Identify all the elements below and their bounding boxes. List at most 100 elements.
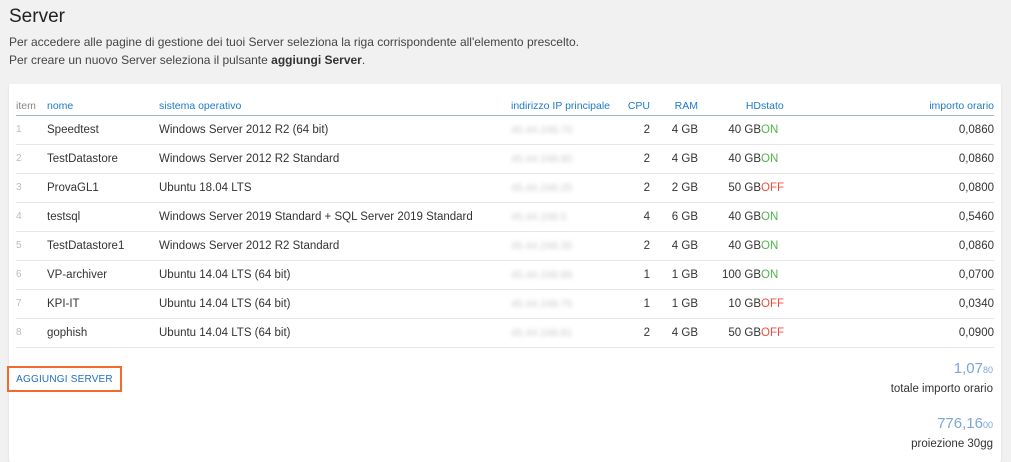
- row-cpu: 1: [621, 260, 650, 290]
- instruction-bold: aggiungi Server: [271, 53, 362, 67]
- total-hourly-value: 1,0780: [954, 360, 993, 377]
- row-cpu: 1: [621, 289, 650, 319]
- row-item: 2: [16, 144, 47, 174]
- row-os: Windows Server 2012 R2 (64 bit): [159, 115, 511, 145]
- table-row[interactable]: 3 ProvaGL1 Ubuntu 18.04 LTS 45.44.248.25 2 2 …: [16, 173, 994, 203]
- table-row[interactable]: 1 Speedtest Windows Server 2012 R2 (64 bit…: [16, 115, 994, 145]
- projection-main: 776,16: [937, 415, 983, 432]
- row-hourly-cost: 0,0860: [801, 115, 994, 145]
- row-status: OFF: [761, 318, 801, 348]
- row-ram: 4 GB: [650, 144, 698, 174]
- server-card: item nome sistema operativo indirizzo IP pr…: [7, 84, 1001, 462]
- row-status: ON: [761, 202, 801, 232]
- row-name: testsql: [47, 202, 159, 232]
- row-status: OFF: [761, 173, 801, 203]
- row-cpu: 2: [621, 173, 650, 203]
- row-hd: 40 GB: [698, 231, 761, 261]
- header-importo: importo orario: [801, 98, 994, 116]
- row-os: Ubuntu 14.04 LTS (64 bit): [159, 260, 511, 290]
- row-ip: 45.44.248.88: [511, 260, 621, 290]
- page-title: Server: [9, 6, 65, 27]
- table-row[interactable]: 7 KPI-IT Ubuntu 14.04 LTS (64 bit) 45.44.24…: [16, 289, 994, 319]
- row-hourly-cost: 0,0860: [801, 231, 994, 261]
- header-ip: indirizzo IP principale: [511, 98, 621, 116]
- page-instruction: Per creare un nuovo Server seleziona il …: [9, 53, 365, 67]
- row-name: ProvaGL1: [47, 173, 159, 203]
- row-hourly-cost: 0,0860: [801, 144, 994, 174]
- row-hd: 40 GB: [698, 144, 761, 174]
- projection-label: proiezione 30gg: [911, 438, 993, 450]
- header-item: item: [16, 98, 47, 116]
- row-ram: 6 GB: [650, 202, 698, 232]
- table-row[interactable]: 5 TestDatastore1 Windows Server 2012 R2 St…: [16, 231, 994, 261]
- row-hourly-cost: 0,5460: [801, 202, 994, 232]
- row-item: 3: [16, 173, 47, 203]
- row-hd: 50 GB: [698, 318, 761, 348]
- row-ip: 45.44.248.80: [511, 144, 621, 174]
- table-row[interactable]: 4 testsql Windows Server 2019 Standard + S…: [16, 202, 994, 232]
- row-item: 6: [16, 260, 47, 290]
- total-hourly-label: totale importo orario: [890, 383, 993, 395]
- table-row[interactable]: 6 VP-archiver Ubuntu 14.04 LTS (64 bit) 45.…: [16, 260, 994, 290]
- row-ram: 4 GB: [650, 231, 698, 261]
- row-item: 7: [16, 289, 47, 319]
- header-cpu: CPU: [621, 98, 650, 116]
- row-ip: 45.44.248.81: [511, 318, 621, 348]
- row-hd: 10 GB: [698, 289, 761, 319]
- row-ram: 1 GB: [650, 260, 698, 290]
- header-ram: RAM: [650, 98, 698, 116]
- row-cpu: 2: [621, 144, 650, 174]
- row-ip: 45.44.248.75: [511, 289, 621, 319]
- row-hourly-cost: 0,0800: [801, 173, 994, 203]
- row-status: ON: [761, 260, 801, 290]
- row-hourly-cost: 0,0340: [801, 289, 994, 319]
- header-stato: stato: [761, 98, 801, 116]
- row-status: ON: [761, 115, 801, 145]
- row-name: gophish: [47, 318, 159, 348]
- table-row[interactable]: 8 gophish Ubuntu 14.04 LTS (64 bit) 45.44.2…: [16, 318, 994, 348]
- row-ip: 45.44.248.35: [511, 231, 621, 261]
- row-ram: 4 GB: [650, 115, 698, 145]
- row-os: Windows Server 2019 Standard + SQL Serve…: [159, 202, 511, 232]
- projection-value: 776,1600: [937, 415, 993, 432]
- instruction-text: Per creare un nuovo Server seleziona il …: [9, 53, 272, 67]
- row-name: VP-archiver: [47, 260, 159, 290]
- row-status: ON: [761, 144, 801, 174]
- projection-decimals: 00: [982, 420, 993, 430]
- row-name: KPI-IT: [47, 289, 159, 319]
- instruction-suffix: .: [361, 53, 366, 67]
- row-cpu: 2: [621, 318, 650, 348]
- row-item: 8: [16, 318, 47, 348]
- row-ip: 45.44.248.70: [511, 115, 621, 145]
- table-row[interactable]: 2 TestDatastore Windows Server 2012 R2 Sta…: [16, 144, 994, 174]
- row-item: 5: [16, 231, 47, 261]
- row-os: Windows Server 2012 R2 Standard: [159, 231, 511, 261]
- row-ram: 2 GB: [650, 173, 698, 203]
- row-hd: 40 GB: [698, 202, 761, 232]
- row-hd: 100 GB: [698, 260, 761, 290]
- page-description: Per accedere alle pagine di gestione dei…: [9, 35, 579, 49]
- row-cpu: 4: [621, 202, 650, 232]
- table-body: 1 Speedtest Windows Server 2012 R2 (64 bit…: [16, 115, 994, 348]
- row-cpu: 2: [621, 115, 650, 145]
- row-ram: 1 GB: [650, 289, 698, 319]
- row-os: Ubuntu 14.04 LTS (64 bit): [159, 318, 511, 348]
- table-header-row: item nome sistema operativo indirizzo IP pr…: [16, 98, 994, 116]
- row-hd: 40 GB: [698, 115, 761, 145]
- row-item: 1: [16, 115, 47, 145]
- server-table: item nome sistema operativo indirizzo IP pr…: [16, 98, 994, 348]
- row-status: OFF: [761, 289, 801, 319]
- row-name: TestDatastore: [47, 144, 159, 174]
- row-ip: 45.44.248.25: [511, 173, 621, 203]
- header-os: sistema operativo: [159, 98, 511, 116]
- row-os: Ubuntu 14.04 LTS (64 bit): [159, 289, 511, 319]
- row-os: Ubuntu 18.04 LTS: [159, 173, 511, 203]
- row-name: TestDatastore1: [47, 231, 159, 261]
- row-hourly-cost: 0,0900: [801, 318, 994, 348]
- row-item: 4: [16, 202, 47, 232]
- row-cpu: 2: [621, 231, 650, 261]
- total-hourly-main: 1,07: [953, 360, 983, 377]
- add-server-button[interactable]: AGGIUNGI SERVER: [7, 366, 122, 392]
- row-os: Windows Server 2012 R2 Standard: [159, 144, 511, 174]
- total-hourly-decimals: 80: [982, 365, 993, 375]
